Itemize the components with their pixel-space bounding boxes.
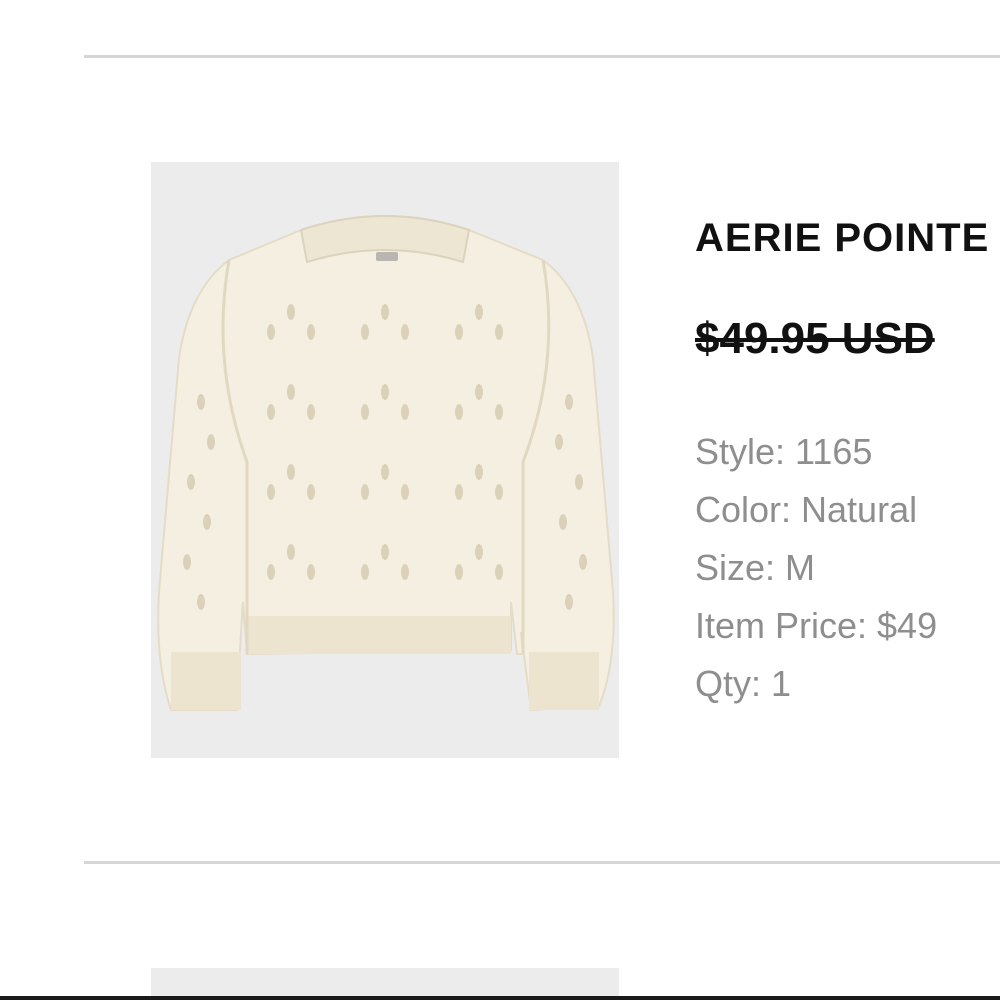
- color-detail: Color: Natural: [695, 489, 918, 530]
- original-price: $49.95 USD: [695, 314, 935, 363]
- cart-page: AERIE POINTE $49.95 USD Style: 1165 Colo…: [0, 0, 1000, 1000]
- size-detail: Size: M: [695, 547, 816, 588]
- product-image[interactable]: [151, 162, 619, 758]
- quantity-detail: Qty: 1: [695, 663, 792, 704]
- product-title[interactable]: AERIE POINTE: [695, 216, 989, 261]
- bottom-edge-bar: [0, 996, 1000, 1000]
- style-detail: Style: 1165: [695, 431, 873, 472]
- item-divider: [84, 861, 1000, 864]
- item-price-detail: Item Price: $49: [695, 605, 938, 646]
- product-details-list: Style: 1165 Color: Natural Size: M Item …: [695, 423, 937, 713]
- top-divider: [84, 55, 1000, 58]
- sweater-illustration: [151, 162, 619, 758]
